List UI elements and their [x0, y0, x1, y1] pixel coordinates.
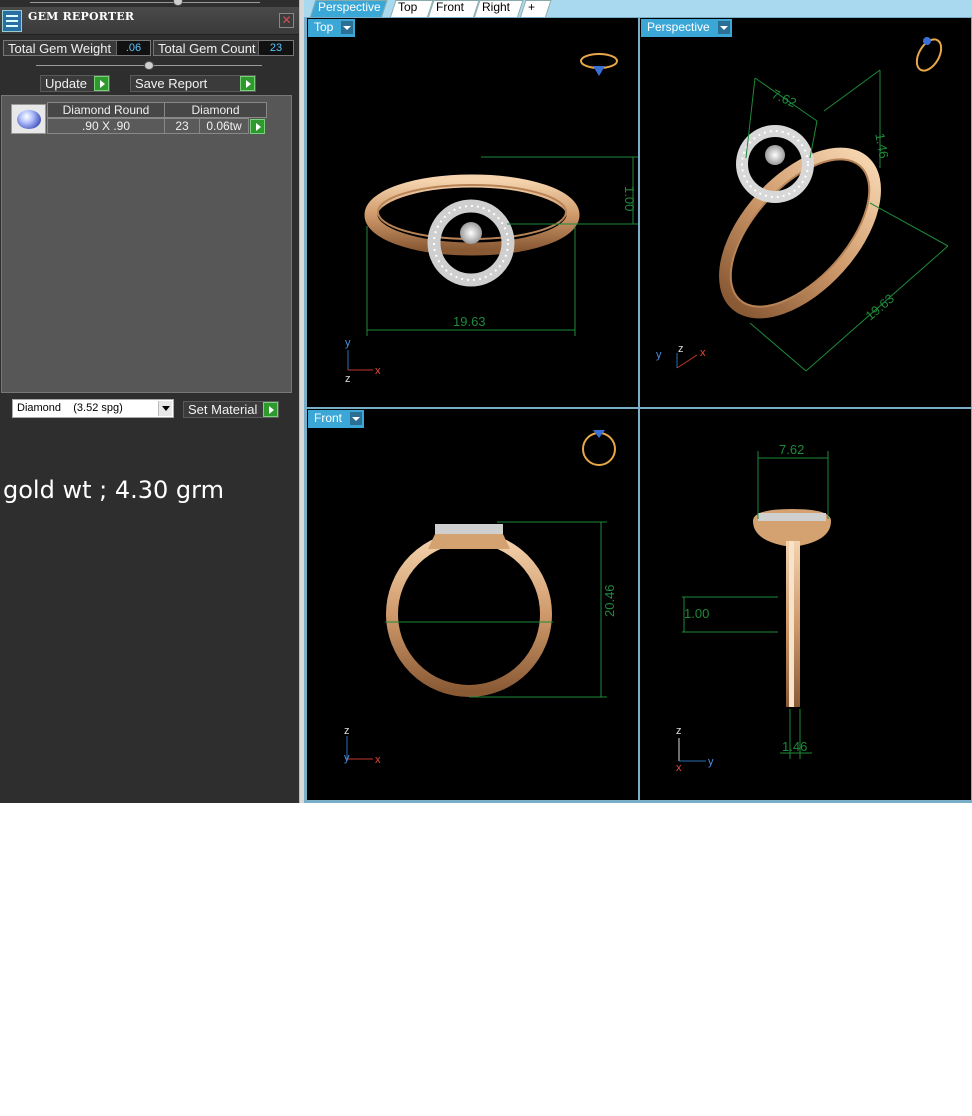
plus-icon: +: [528, 0, 536, 14]
total-gem-count-box: Total Gem Count 23: [153, 40, 294, 56]
total-gem-count-value: 23: [258, 41, 293, 55]
axis-y-label: y: [345, 337, 351, 349]
save-report-button[interactable]: Save Report: [130, 75, 256, 92]
top-view-render: 19.63 1.00 y x z: [345, 53, 638, 385]
chevron-down-icon: [158, 401, 172, 416]
gold-weight-note: gold wt ; 4.30 grm: [3, 476, 224, 504]
panel-title: GEM REPORTER: [28, 10, 135, 23]
chevron-down-icon[interactable]: [341, 21, 354, 34]
update-label: Update: [45, 76, 87, 91]
front-view-render: 20.46 z y x: [344, 430, 617, 766]
axis-x-label: x: [700, 347, 706, 359]
axis-y-label: y: [344, 752, 350, 764]
total-gem-count-label: Total Gem Count: [158, 41, 256, 56]
axis-y-label: y: [656, 349, 662, 361]
dimension-small-label: 1.00: [684, 606, 709, 621]
update-button[interactable]: Update: [40, 75, 110, 92]
diamond-round-icon: [11, 104, 46, 134]
dimension-small-label: 1.00: [622, 186, 637, 211]
panel-resize-grip[interactable]: [30, 0, 260, 6]
viewport-top[interactable]: 19.63 1.00 y x z Top: [307, 18, 638, 407]
viewport-label-front[interactable]: Front: [308, 410, 365, 428]
dimension-band-label: 1.46: [782, 739, 807, 754]
gem-row-play-icon[interactable]: [250, 119, 265, 134]
tab-perspective[interactable]: Perspective: [310, 0, 388, 17]
dimension-head-label: 7.62: [770, 86, 799, 110]
material-select-value: Diamond (3.52 spg): [17, 402, 123, 414]
tab-top[interactable]: Top: [390, 0, 434, 17]
gem-reporter-icon: [2, 10, 22, 32]
axis-z-label: z: [676, 725, 682, 737]
axis-x-label: x: [676, 762, 682, 774]
gem-size-cell: .90 X .90: [47, 118, 165, 134]
dimension-width-label: 19.63: [453, 314, 486, 329]
material-select[interactable]: Diamond (3.52 spg): [12, 399, 174, 418]
save-report-label: Save Report: [135, 76, 208, 91]
dimension-height-label: 20.46: [602, 584, 617, 617]
axis-z-label: z: [344, 725, 350, 737]
play-icon: [263, 402, 278, 417]
dimension-small-label: 1.46: [872, 132, 891, 160]
viewport-label-top[interactable]: Top: [308, 19, 356, 37]
gem-count-cell: 23: [164, 118, 200, 134]
add-view-tab[interactable]: +: [520, 0, 552, 17]
close-icon: ✕: [281, 13, 292, 27]
total-gem-weight-label: Total Gem Weight: [8, 41, 112, 56]
viewport-front[interactable]: 20.46 z y x Front: [307, 409, 638, 800]
panel-titlebar: GEM REPORTER ✕: [0, 7, 299, 35]
axis-x-label: x: [375, 754, 381, 766]
section-resize-grip[interactable]: [36, 61, 262, 71]
viewport-perspective[interactable]: 7.62 19.63 1.46 y z x Perspective: [640, 18, 971, 407]
tab-right[interactable]: Right: [474, 0, 524, 17]
total-gem-weight-box: Total Gem Weight .06: [3, 40, 151, 56]
play-icon: [240, 76, 255, 91]
axis-z-label: z: [345, 373, 351, 385]
axis-z-label: z: [678, 343, 684, 355]
close-button[interactable]: ✕: [279, 13, 294, 28]
play-icon: [94, 76, 109, 91]
axis-x-label: x: [375, 365, 381, 377]
perspective-view-render: 7.62 19.63 1.46 y z x: [656, 37, 949, 372]
viewport-label-perspective[interactable]: Perspective: [641, 19, 732, 37]
viewport-grid: 19.63 1.00 y x z Top 7.62 19.63 1.46 y z…: [304, 17, 972, 803]
view-tabs: Perspective Top Front Right +: [304, 0, 972, 17]
axis-y-label: y: [708, 756, 714, 768]
gem-material-cell: Diamond: [164, 102, 267, 118]
right-view-render: 7.62 1.00 1.46 z x y: [676, 442, 831, 774]
set-material-button[interactable]: Set Material: [183, 401, 279, 418]
chevron-down-icon[interactable]: [717, 21, 730, 34]
total-gem-weight-value: .06: [116, 41, 150, 55]
gem-weight-cell: 0.06tw: [199, 118, 249, 134]
gem-list: Diamond Round Diamond .90 X .90 23 0.06t…: [1, 95, 292, 393]
gem-reporter-panel: GEM REPORTER ✕ Total Gem Weight .06 Tota…: [0, 0, 299, 803]
gem-name-cell: Diamond Round: [47, 102, 165, 118]
viewport-right[interactable]: 7.62 1.00 1.46 z x y: [640, 409, 971, 800]
tab-front[interactable]: Front: [428, 0, 480, 17]
dimension-head-label: 7.62: [779, 442, 804, 457]
chevron-down-icon[interactable]: [350, 412, 363, 425]
set-material-label: Set Material: [188, 402, 258, 417]
